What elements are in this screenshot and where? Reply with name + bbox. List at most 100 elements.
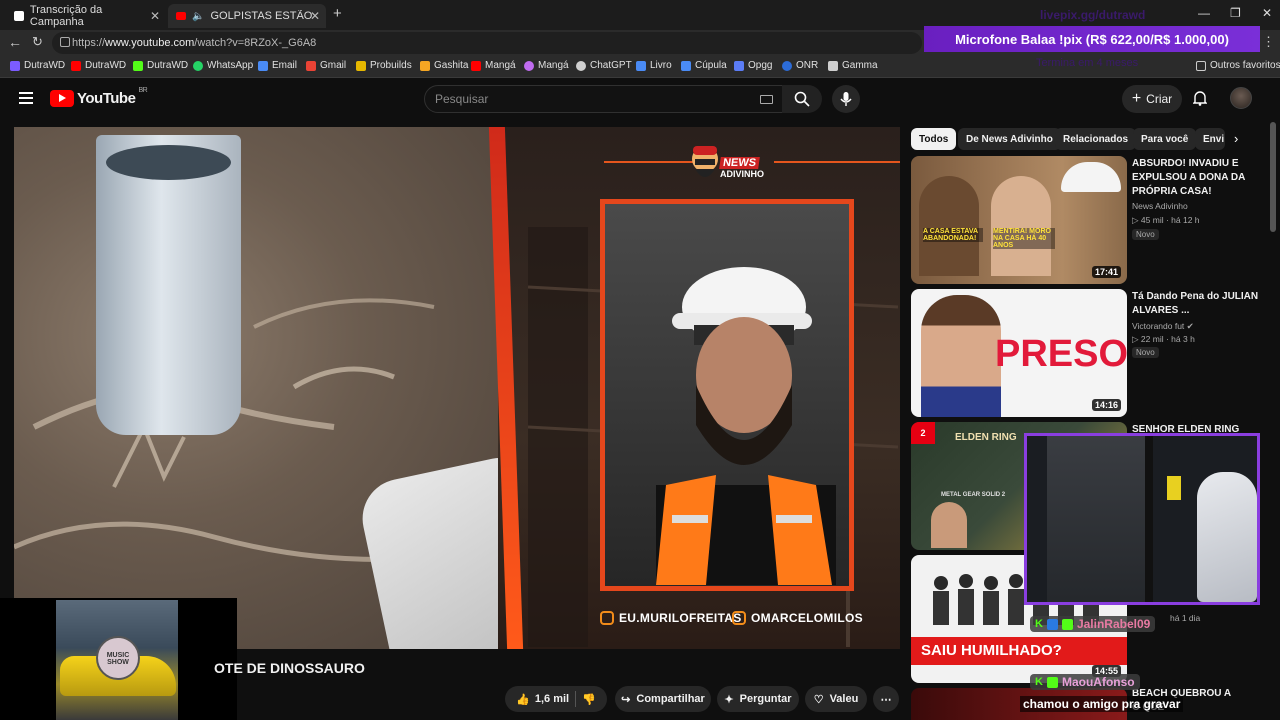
thanks-button[interactable]: ♡ Valeu (805, 686, 867, 712)
ask-button[interactable]: ✦ Perguntar (717, 686, 799, 712)
instagram-icon (732, 611, 746, 625)
chip-enviados[interactable]: Envi (1195, 128, 1225, 150)
sidebar-video-thumbnail[interactable]: A CASA ESTAVA ABANDONADA! MENTIRA! MORO … (911, 156, 1127, 284)
bookmark-item[interactable]: Gashita (420, 60, 468, 71)
chat-username: JalinRabel09 (1076, 617, 1151, 631)
back-icon[interactable]: ← (8, 34, 22, 50)
share-icon: ↪ (621, 693, 631, 706)
url-host: www.youtube.com (105, 37, 195, 49)
youtube-icon (471, 60, 481, 71)
chat-message: K MaouAfonso (1030, 674, 1140, 690)
close-icon[interactable]: ✕ (150, 9, 160, 23)
maximize-icon[interactable]: ❐ (1230, 6, 1241, 20)
close-window-icon[interactable]: ✕ (1262, 6, 1272, 20)
bookmark-item[interactable]: Gamma (828, 60, 878, 71)
more-actions-button[interactable]: ⋯ (873, 686, 899, 712)
sidebar-video-channel[interactable]: News Adivinho (1132, 200, 1188, 213)
bookmark-item[interactable]: Gmail (306, 60, 346, 71)
bookmark-item[interactable]: WhatsApp (193, 60, 253, 71)
whatsapp-icon (193, 60, 203, 71)
thumb-caption: PRESO (995, 333, 1127, 375)
share-button[interactable]: ↪ Compartilhar (615, 686, 711, 712)
other-favorites[interactable]: Outros favoritos (1196, 60, 1280, 71)
bookmark-item[interactable]: DutraWD (133, 60, 188, 71)
tab-label: Transcrição da Campanha (29, 4, 103, 28)
bookmark-item[interactable]: Mangá (471, 60, 516, 71)
thumbs-up-icon: 👍 (516, 693, 530, 706)
create-button[interactable]: + Criar (1122, 85, 1182, 113)
gmail-icon (306, 60, 316, 71)
bookmark-item[interactable]: Cúpula (681, 60, 727, 71)
bookmark-item[interactable]: Livro (636, 60, 672, 71)
gaming-chair (1197, 472, 1257, 602)
bookmark-item[interactable]: Email (258, 60, 297, 71)
youtube-icon (71, 60, 81, 71)
bookmark-item[interactable]: DutraWD (10, 60, 65, 71)
doc-icon (636, 60, 646, 71)
helmet-figure (1061, 162, 1121, 192)
notifications-button[interactable] (1192, 90, 1208, 111)
sparkle-icon: ✦ (724, 693, 734, 706)
sidebar-scrollbar[interactable] (1270, 122, 1276, 232)
sidebar-video-title[interactable]: ABSURDO! INVADIU E EXPULSOU A DONA DA PR… (1132, 157, 1262, 199)
tab-youtube-video[interactable]: 🔈 GOLPISTAS ESTÃO VENDENDO ✕ (168, 4, 326, 28)
donation-ends-text: Termina em 4 meses (1036, 57, 1139, 69)
sidebar-video-title[interactable]: Tá Dando Pena do JULIAN ALVARES ... (1132, 290, 1262, 318)
youtube-play-icon (50, 90, 74, 107)
folder-icon (1196, 60, 1206, 71)
bookmark-item[interactable]: Mangá (524, 60, 569, 71)
url-input[interactable]: https://www.youtube.com/watch?v=8RZoX-_G… (52, 32, 922, 54)
youtube-logo[interactable]: YouTube BR (50, 87, 148, 107)
chip-para-voce[interactable]: Para você (1133, 128, 1197, 150)
sidebar-video-stats: ▷ 22 mil · há 3 h (1132, 334, 1195, 344)
woman-figure (919, 176, 979, 276)
sub-badge-icon (1046, 676, 1058, 688)
youtube-icon (176, 12, 186, 20)
sidebar-video-thumbnail[interactable]: PRESO 14:16 (911, 289, 1127, 417)
player-photo (921, 295, 1001, 417)
doc-icon (681, 60, 691, 71)
site-info-icon[interactable] (60, 37, 70, 47)
new-tab-button[interactable]: + (333, 5, 342, 22)
chip-de-news-adivinho[interactable]: De News Adivinho (958, 128, 1061, 150)
bookmark-item[interactable]: ONR (782, 60, 818, 71)
search-button[interactable] (782, 85, 822, 113)
video-player[interactable]: NEWS ADIVINHO EU.MURILOFREITAS OMARCELOM… (14, 127, 900, 649)
search-input[interactable]: Pesquisar (424, 85, 784, 113)
hamburger-menu-icon[interactable] (19, 92, 33, 104)
tab-transcricao[interactable]: Transcrição da Campanha ✕ (6, 4, 166, 28)
like-button[interactable]: 👍 1,6 mil (516, 693, 569, 706)
chat-username: MaouAfonso (1061, 675, 1135, 689)
bell-icon (1192, 91, 1208, 106)
webcam-overlay (1024, 433, 1260, 605)
play-icon: ▷ (1132, 215, 1139, 225)
switch-logo-icon: 2 (911, 422, 935, 444)
voice-search-button[interactable] (832, 85, 860, 113)
bookmark-item[interactable]: Probuilds (356, 60, 412, 71)
bookmark-item[interactable]: DutraWD (71, 60, 126, 71)
video-title: OTE DE DINOSSAURO (214, 660, 365, 676)
play-icon: ▷ (1132, 334, 1139, 344)
chip-relacionados[interactable]: Relacionados (1055, 128, 1137, 150)
close-icon[interactable]: ✕ (310, 9, 320, 23)
accent-line (604, 161, 694, 163)
keyboard-icon[interactable] (760, 95, 773, 104)
bookmark-item[interactable]: ChatGPT (576, 60, 632, 71)
streamer-figure (656, 267, 836, 585)
reload-icon[interactable]: ↻ (32, 34, 43, 50)
chatgpt-icon (576, 60, 586, 71)
dislike-button[interactable]: 👎 (582, 693, 596, 706)
chip-todos[interactable]: Todos (911, 128, 957, 150)
mascot-icon (692, 146, 718, 177)
minimize-icon[interactable]: — (1198, 6, 1210, 20)
chevron-right-icon[interactable]: › (1234, 131, 1238, 146)
donation-goal-overlay: Microfone Balaa !pix (R$ 622,00/R$ 1.000… (924, 26, 1260, 52)
sidebar-video-channel[interactable]: Victorando fut ✔ (1132, 320, 1194, 333)
avatar[interactable] (1230, 87, 1252, 109)
yellow-object (1167, 476, 1181, 500)
bookmark-item[interactable]: Opgg (734, 60, 772, 71)
instagram-handle-1: EU.MURILOFREITAS (600, 611, 742, 625)
youtube-header: YouTube BR Pesquisar + Criar (0, 78, 1280, 122)
menu-icon[interactable]: ⋮ (1262, 34, 1275, 50)
verified-icon: ✔ (1186, 321, 1194, 331)
